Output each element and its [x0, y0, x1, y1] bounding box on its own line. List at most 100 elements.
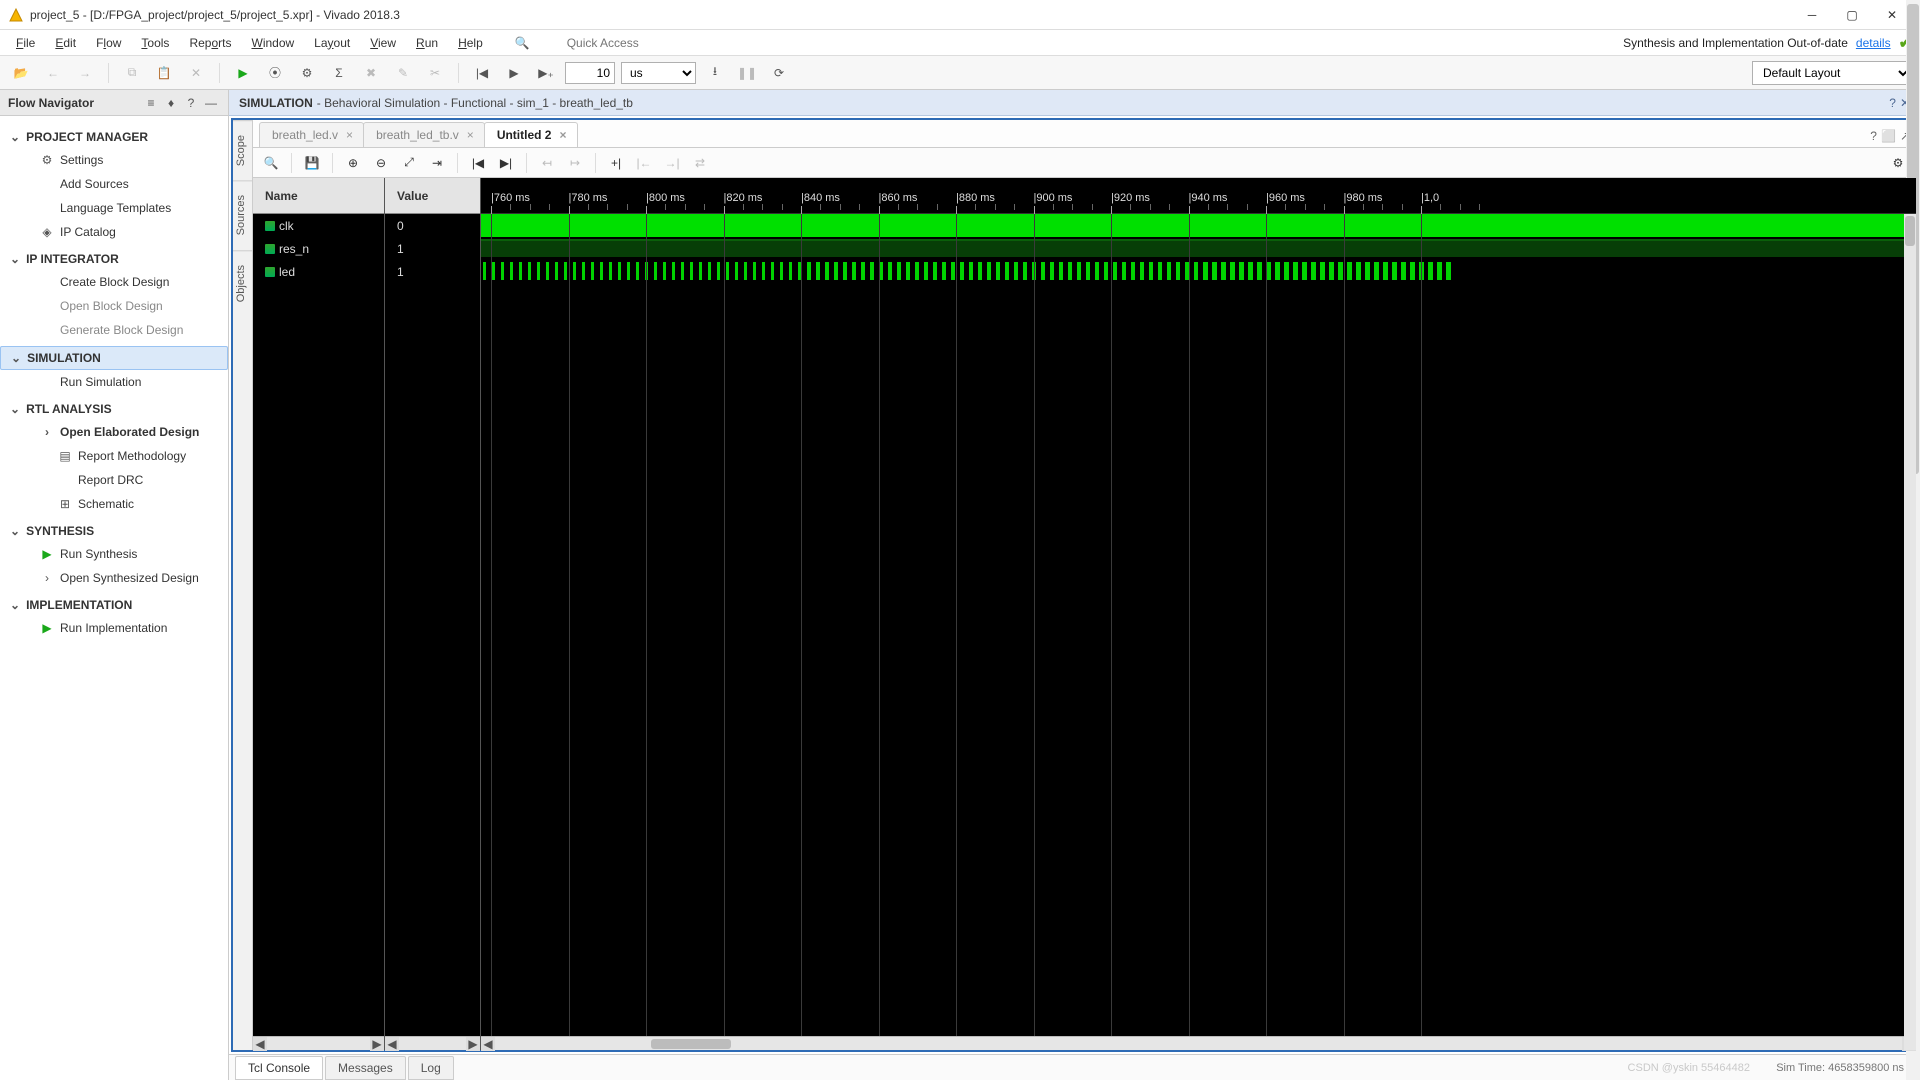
delete-icon[interactable]: ✕: [183, 60, 209, 86]
minimize-panel-icon[interactable]: —: [202, 94, 220, 112]
back-icon[interactable]: ←: [40, 60, 66, 86]
bottom-tab-messages[interactable]: Messages: [325, 1056, 406, 1080]
time-unit-select[interactable]: us: [621, 62, 696, 84]
fn-section-project-manager[interactable]: ⌄PROJECT MANAGER: [0, 126, 228, 148]
column-name-header[interactable]: Name: [253, 178, 384, 214]
fn-item-language-templates[interactable]: Language Templates: [0, 196, 228, 220]
menu-flow[interactable]: Flow: [88, 33, 129, 53]
vtab-sources[interactable]: Sources: [233, 180, 252, 249]
fn-item-run-implementation[interactable]: ▶Run Implementation: [0, 616, 228, 640]
go-end-icon[interactable]: ▶|: [494, 151, 518, 175]
zoom-fit-icon[interactable]: ⤢: [397, 151, 421, 175]
time-ruler[interactable]: |760 ms|780 ms|800 ms|820 ms|840 ms|860 …: [481, 178, 1916, 214]
prev-edge-icon[interactable]: ↤: [535, 151, 559, 175]
help-icon[interactable]: ?: [182, 94, 200, 112]
copy-icon[interactable]: ⧉: [119, 60, 145, 86]
menu-file[interactable]: File: [8, 33, 43, 53]
fn-item-open-elaborated-design[interactable]: ›Open Elaborated Design: [0, 420, 228, 444]
menu-tools[interactable]: Tools: [133, 33, 177, 53]
reload-icon[interactable]: ⟳: [766, 60, 792, 86]
zoom-cursor-icon[interactable]: ⇥: [425, 151, 449, 175]
scroll-thumb[interactable]: [651, 1039, 731, 1049]
fn-item-add-sources[interactable]: Add Sources: [0, 172, 228, 196]
menu-run[interactable]: Run: [408, 33, 446, 53]
menu-layout[interactable]: Layout: [306, 33, 358, 53]
breakpoint-icon[interactable]: ⦿: [262, 60, 288, 86]
forward-icon[interactable]: →: [72, 60, 98, 86]
signal-name-res_n[interactable]: res_n: [253, 237, 384, 260]
fn-item-report-methodology[interactable]: ▤Report Methodology: [0, 444, 228, 468]
fn-item-settings[interactable]: ⚙Settings: [0, 148, 228, 172]
time-input[interactable]: [565, 62, 615, 84]
vtab-scope[interactable]: Scope: [233, 120, 252, 180]
minimize-button[interactable]: ─: [1792, 1, 1832, 29]
menu-edit[interactable]: Edit: [47, 33, 84, 53]
paste-icon[interactable]: 📋: [151, 60, 177, 86]
close-icon[interactable]: ×: [559, 128, 566, 142]
fn-item-run-simulation[interactable]: Run Simulation: [0, 370, 228, 394]
menu-help[interactable]: Help: [450, 33, 491, 53]
next-edge-icon[interactable]: ↦: [563, 151, 587, 175]
next-marker-icon[interactable]: →|: [660, 151, 684, 175]
collapse-icon[interactable]: ≡: [142, 94, 160, 112]
signal-name-led[interactable]: led: [253, 260, 384, 283]
fn-section-simulation[interactable]: ⌄SIMULATION: [0, 346, 228, 370]
waveform-vscrollbar[interactable]: [1904, 214, 1916, 1050]
save-icon[interactable]: 💾: [300, 151, 324, 175]
add-marker-icon[interactable]: +|: [604, 151, 628, 175]
zoom-out-icon[interactable]: ⊖: [369, 151, 393, 175]
details-link[interactable]: details: [1856, 36, 1891, 50]
settings-icon[interactable]: ⚙: [294, 60, 320, 86]
expand-icon[interactable]: ♦: [162, 94, 180, 112]
restart-icon[interactable]: |◀: [469, 60, 495, 86]
filetab-untitled-2[interactable]: Untitled 2×: [484, 122, 578, 147]
pause-icon[interactable]: ❚❚: [734, 60, 760, 86]
prev-marker-icon[interactable]: |←: [632, 151, 656, 175]
fn-section-rtl-analysis[interactable]: ⌄RTL ANALYSIS: [0, 398, 228, 420]
name-scrollbar[interactable]: ◀▶: [253, 1036, 384, 1050]
fn-item-run-synthesis[interactable]: ▶Run Synthesis: [0, 542, 228, 566]
bottom-tab-log[interactable]: Log: [408, 1056, 454, 1080]
fn-section-implementation[interactable]: ⌄IMPLEMENTATION: [0, 594, 228, 616]
fn-item-report-drc[interactable]: Report DRC: [0, 468, 228, 492]
zoom-in-icon[interactable]: ⊕: [341, 151, 365, 175]
fn-item-ip-catalog[interactable]: ◈IP Catalog: [0, 220, 228, 244]
fn-item-open-synthesized-design[interactable]: ›Open Synthesized Design: [0, 566, 228, 590]
fn-item-create-block-design[interactable]: Create Block Design: [0, 270, 228, 294]
go-start-icon[interactable]: |◀: [466, 151, 490, 175]
menu-window[interactable]: Window: [243, 33, 302, 53]
waveform-canvas[interactable]: [481, 214, 1916, 1036]
scroll-left-icon[interactable]: ◀: [481, 1037, 495, 1051]
filetab-breath-led-v[interactable]: breath_led.v×: [259, 122, 364, 147]
panel-help-icon[interactable]: ?: [1889, 96, 1896, 110]
fn-item-schematic[interactable]: ⊞Schematic: [0, 492, 228, 516]
bottom-tab-tcl-console[interactable]: Tcl Console: [235, 1056, 323, 1080]
menu-view[interactable]: View: [362, 33, 404, 53]
signal-name-clk[interactable]: clk: [253, 214, 384, 237]
tab-maximize-icon[interactable]: ⬜: [1881, 129, 1896, 143]
step-icon[interactable]: ⭳: [702, 60, 728, 86]
sigma-icon[interactable]: Σ: [326, 60, 352, 86]
open-icon[interactable]: 📂: [8, 60, 34, 86]
value-scrollbar[interactable]: ◀▶: [385, 1036, 480, 1050]
layout-select[interactable]: Default Layout: [1752, 61, 1912, 85]
quick-access-input[interactable]: [564, 33, 764, 53]
search-icon[interactable]: 🔍: [259, 151, 283, 175]
run-for-icon[interactable]: ▶₊: [533, 60, 559, 86]
fn-section-synthesis[interactable]: ⌄SYNTHESIS: [0, 520, 228, 542]
close-icon[interactable]: ×: [346, 128, 353, 142]
run-icon[interactable]: ▶: [230, 60, 256, 86]
column-value-header[interactable]: Value: [385, 178, 480, 214]
close-icon[interactable]: ×: [467, 128, 474, 142]
vtab-objects[interactable]: Objects: [233, 250, 252, 316]
edit-icon[interactable]: ✎: [390, 60, 416, 86]
play-icon[interactable]: ▶: [501, 60, 527, 86]
filetab-breath-led-tb-v[interactable]: breath_led_tb.v×: [363, 122, 485, 147]
cancel-icon[interactable]: ✖: [358, 60, 384, 86]
maximize-button[interactable]: ▢: [1832, 1, 1872, 29]
tab-help-icon[interactable]: ?: [1870, 129, 1877, 143]
menu-reports[interactable]: Reports: [181, 33, 239, 53]
fn-section-ip-integrator[interactable]: ⌄IP INTEGRATOR: [0, 248, 228, 270]
swap-marker-icon[interactable]: ⇄: [688, 151, 712, 175]
waveform-hscrollbar[interactable]: ◀ ▶: [481, 1036, 1916, 1050]
